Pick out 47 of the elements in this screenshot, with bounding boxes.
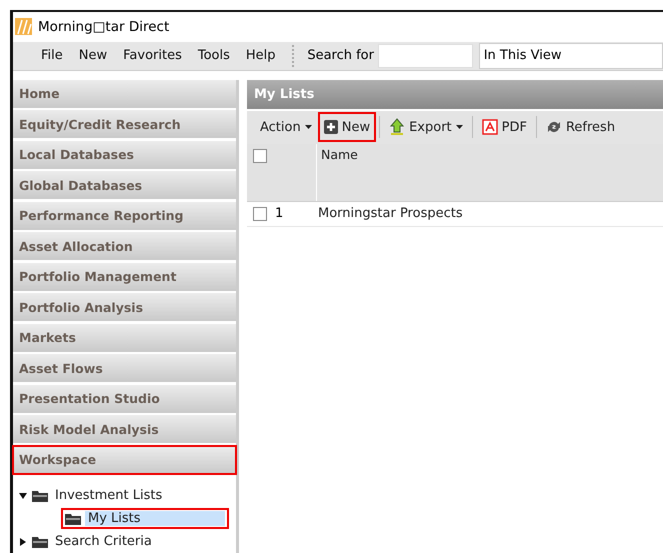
nav-section[interactable]: Local Databases — [13, 140, 236, 168]
up-arrow-icon — [389, 118, 406, 136]
nav-section[interactable]: Presentation Studio — [13, 384, 236, 412]
row-number: 1 — [275, 206, 284, 221]
column-header[interactable]: Name — [317, 144, 362, 200]
caret-icon — [456, 125, 463, 129]
nav-section[interactable]: Performance Reporting — [13, 202, 236, 230]
nav-section[interactable]: Home — [13, 80, 236, 108]
panel-title: My Lists — [247, 80, 663, 108]
pdf-icon — [482, 119, 498, 135]
tree-item[interactable]: Investment Lists — [30, 487, 168, 504]
expand-down-icon[interactable] — [19, 492, 27, 500]
logo-icon — [15, 18, 32, 36]
scope-dropdown[interactable]: In This View — [478, 42, 663, 69]
nav-section[interactable]: Asset Allocation — [13, 232, 236, 260]
toolbar-button[interactable]: Export — [384, 113, 468, 141]
nav-section[interactable]: Risk Model Analysis — [13, 415, 236, 443]
folder-icon — [65, 512, 81, 524]
nav-section[interactable]: Workspace — [13, 446, 236, 474]
select-all-checkbox[interactable] — [253, 148, 267, 162]
nav-section[interactable]: Equity/Credit Research — [13, 110, 236, 138]
window-title: Morning□tar Direct — [38, 18, 170, 35]
menu-item[interactable]: File — [33, 48, 71, 64]
menu-item[interactable]: Favorites — [115, 48, 190, 64]
nav-section[interactable]: Asset Flows — [13, 354, 236, 382]
nav-section[interactable]: Global Databases — [13, 171, 236, 199]
search-label: Search for — [306, 48, 375, 64]
table-cell[interactable]: Morningstar Prospects — [317, 206, 463, 221]
folder-icon — [32, 536, 48, 548]
toolbar-button[interactable]: Action — [255, 113, 317, 141]
menu-item[interactable]: New — [70, 48, 116, 64]
folder-icon — [32, 490, 48, 502]
nav-section[interactable]: Markets — [13, 324, 236, 352]
toolbar-button[interactable]: Refresh — [540, 113, 620, 141]
search-field[interactable] — [378, 44, 473, 68]
refresh-icon — [546, 119, 562, 135]
row-checkbox[interactable] — [253, 206, 267, 220]
caret-icon — [304, 125, 312, 129]
menu-item[interactable]: Help — [238, 48, 284, 64]
toolbar-button[interactable]: New — [318, 113, 376, 141]
menu-item[interactable]: Tools — [190, 48, 238, 64]
nav-section[interactable]: Portfolio Analysis — [13, 293, 236, 321]
expand-right-icon[interactable] — [19, 538, 27, 546]
nav-section[interactable]: Portfolio Management — [13, 262, 236, 290]
toolbar-button[interactable]: PDF — [476, 113, 532, 141]
tree-item[interactable]: Search Criteria — [30, 533, 157, 550]
plus-icon — [324, 120, 338, 134]
